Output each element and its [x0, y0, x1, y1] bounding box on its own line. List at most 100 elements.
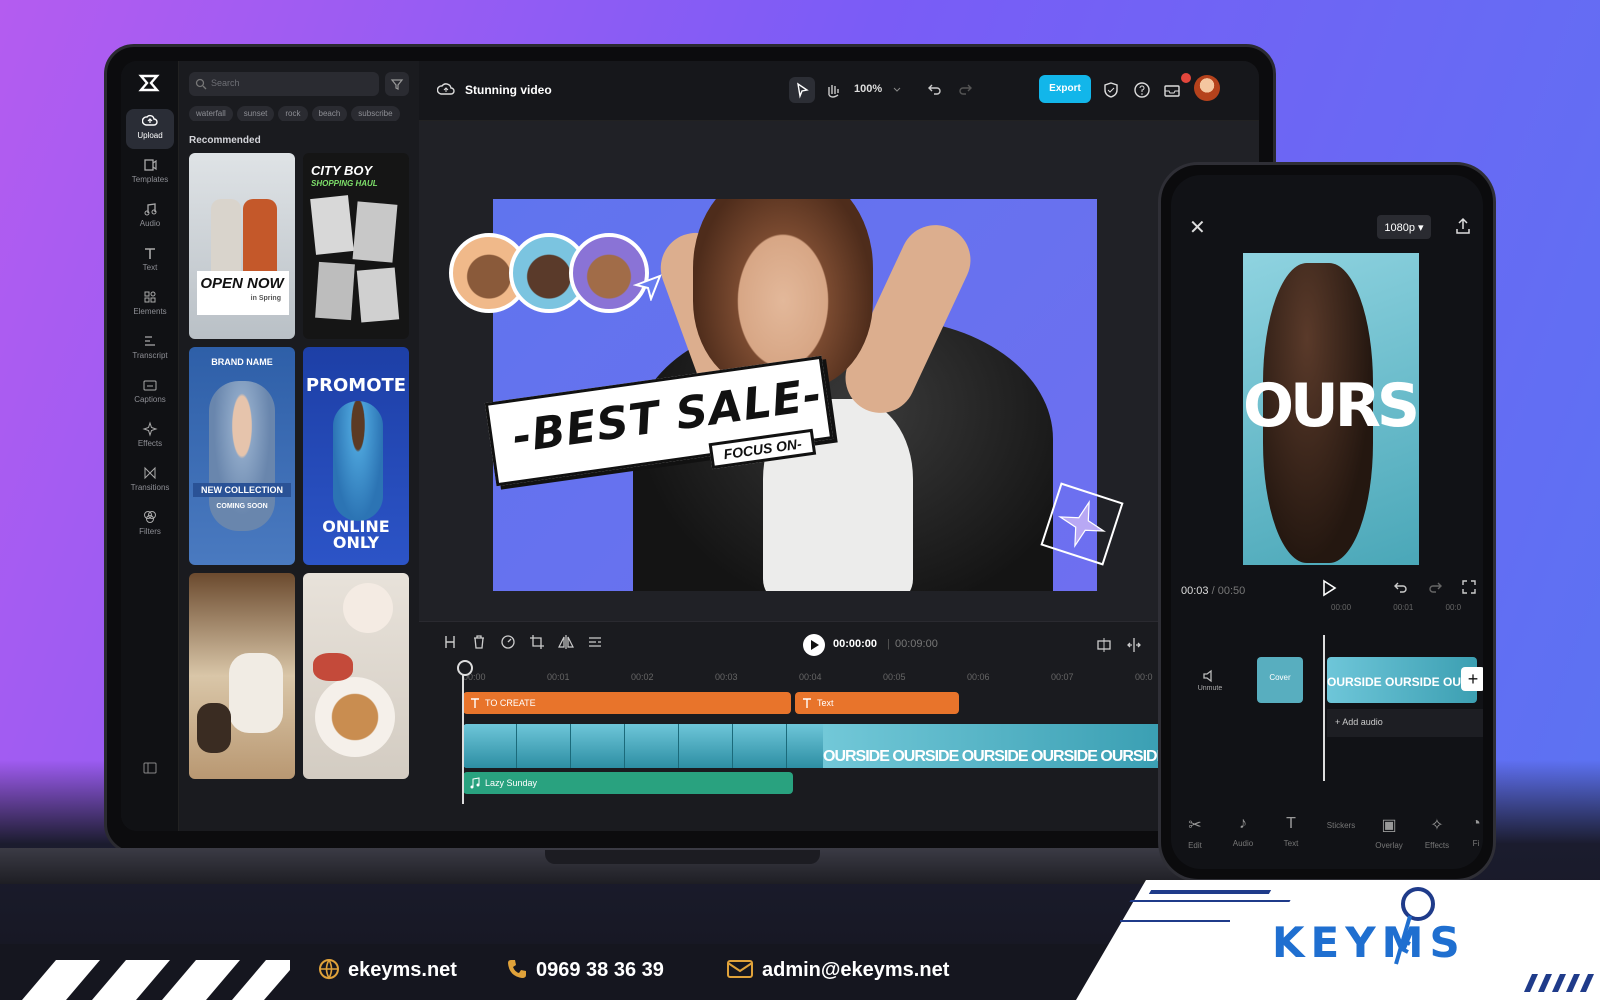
rail-transitions[interactable]: Transitions — [126, 461, 174, 501]
add-audio-button[interactable]: + Add audio — [1327, 709, 1483, 737]
tag-chip[interactable]: beach — [311, 106, 348, 121]
rail-effects[interactable]: Effects — [126, 417, 174, 457]
globe-icon — [319, 959, 339, 980]
footer-phone[interactable]: 0969 38 36 39 — [506, 958, 664, 990]
rail-label: Upload — [137, 131, 163, 140]
project-title[interactable]: Stunning video — [465, 83, 552, 97]
rail-elements[interactable]: Elements — [126, 285, 174, 325]
select-tool-button[interactable] — [789, 77, 815, 103]
speed-icon[interactable] — [499, 634, 517, 652]
tool-label: Stickers — [1326, 821, 1356, 830]
transitions-icon — [144, 466, 156, 480]
template-thumb-2[interactable]: CITY BOY SHOPPING HAUL — [303, 153, 409, 339]
fullscreen-icon[interactable] — [1461, 579, 1477, 600]
phone-video-preview[interactable]: OURSI — [1243, 253, 1419, 565]
rail-text[interactable]: Text — [126, 241, 174, 281]
resolution-select[interactable]: 1080p ▾ — [1377, 215, 1431, 239]
video-clip[interactable]: OURSIDE OURSIDE OURSIDE OURSIDE OURSIDE … — [463, 724, 1163, 768]
tag-chip[interactable]: rock — [278, 106, 308, 121]
chevron-down-icon[interactable] — [893, 87, 901, 93]
text-clip[interactable]: TO CREATE — [463, 692, 791, 714]
phone-current-time: 00:03 — [1181, 585, 1209, 597]
strip-text: OURSIDE OURSIDE OURSID — [1327, 675, 1477, 689]
search-input[interactable]: Search — [189, 72, 379, 96]
cover-thumb[interactable]: Cover — [1257, 657, 1303, 703]
flip-icon[interactable] — [557, 634, 575, 652]
inbox-icon[interactable] — [1163, 81, 1181, 99]
photo-shape — [229, 653, 283, 733]
audio-clip[interactable]: Lazy Sunday — [463, 772, 793, 794]
share-icon[interactable] — [1455, 217, 1471, 235]
brand-logo: KEYMS — [1272, 918, 1466, 967]
template-thumb-4[interactable]: PROMOTE ONLINE ONLY — [303, 347, 409, 565]
playhead[interactable] — [457, 660, 473, 804]
tool-effects[interactable]: ✧ Effects — [1413, 815, 1461, 850]
avatar-group-sticker[interactable] — [449, 233, 649, 323]
help-icon[interactable] — [1133, 81, 1151, 99]
template-thumb-1[interactable]: OPEN NOW in Spring — [189, 153, 295, 339]
unmute-button[interactable]: Unmute — [1185, 669, 1235, 692]
rail-upload[interactable]: Upload — [126, 109, 174, 149]
tool-text[interactable]: T Text — [1267, 815, 1315, 848]
tool-audio[interactable]: ♪ Audio — [1219, 815, 1267, 848]
upload-icon — [142, 114, 158, 126]
undo-icon[interactable] — [927, 81, 943, 97]
effects-icon — [142, 421, 158, 437]
close-icon[interactable]: ✕ — [1189, 215, 1206, 240]
avatar[interactable] — [1194, 75, 1220, 101]
add-clip-button[interactable]: + — [1461, 667, 1483, 691]
scissors-icon: ✂ — [1188, 817, 1202, 834]
rail-filters[interactable]: Filters — [126, 505, 174, 545]
crop-icon[interactable] — [528, 634, 546, 652]
time-ruler[interactable]: 00:00 00:01 00:02 00:03 00:04 00:05 00:0… — [463, 668, 1259, 686]
export-button[interactable]: Export — [1039, 75, 1091, 103]
footer-website[interactable]: ekeyms.net — [318, 958, 457, 990]
template-thumb-5[interactable] — [189, 573, 295, 779]
top-bar: Stunning video 100% Export — [419, 61, 1259, 121]
tool-stickers[interactable]: Stickers — [1317, 815, 1365, 830]
rail-collapse[interactable] — [126, 757, 174, 781]
rail-transcript[interactable]: Transcript — [126, 329, 174, 369]
thumb-title: CITY BOY — [311, 163, 373, 178]
photo-card — [315, 261, 355, 321]
hand-tool-button[interactable] — [819, 77, 845, 103]
tool-overlay[interactable]: ▣ Overlay — [1365, 815, 1413, 850]
fit-timeline-icon[interactable] — [1095, 636, 1113, 654]
delete-icon[interactable] — [470, 634, 488, 652]
cloud-save-icon[interactable] — [437, 81, 455, 97]
tag-chip[interactable]: subscribe — [351, 106, 400, 121]
photo-shape — [343, 583, 393, 633]
template-thumb-6[interactable] — [303, 573, 409, 779]
phone-play-button[interactable] — [1321, 579, 1337, 602]
zoom-level[interactable]: 100% — [854, 83, 882, 95]
zoom-timeline-icon[interactable] — [1125, 636, 1143, 654]
thumb-title: PROMOTE — [305, 375, 407, 396]
template-thumb-3[interactable]: BRAND NAME NEW COLLECTION COMING SOON — [189, 347, 295, 565]
ruler-tick: 00:00 — [1331, 603, 1352, 612]
decorative-line — [1129, 900, 1291, 902]
phone-redo-icon[interactable] — [1427, 579, 1443, 600]
rail-audio[interactable]: Audio — [126, 197, 174, 237]
tool-filters[interactable]: ◔ Fi — [1461, 815, 1483, 848]
footer-email[interactable]: admin@ekeyms.net — [726, 958, 949, 990]
subtitle-icon[interactable] — [586, 634, 604, 652]
photo-shape — [197, 703, 231, 753]
text-clip[interactable]: Text — [795, 692, 959, 714]
clip-label: Text — [817, 698, 834, 708]
phone-undo-icon[interactable] — [1393, 579, 1409, 600]
tool-edit[interactable]: ✂ Edit — [1171, 815, 1219, 850]
photo-card — [356, 267, 400, 323]
phone-video-clip[interactable]: OURSIDE OURSIDE OURSID — [1327, 657, 1477, 703]
tag-chip[interactable]: sunset — [236, 106, 275, 121]
phone-playhead[interactable] — [1323, 635, 1325, 781]
website-text: ekeyms.net — [348, 959, 457, 981]
redo-icon[interactable] — [957, 81, 973, 97]
shield-icon[interactable] — [1103, 81, 1119, 99]
clip-label: TO CREATE — [485, 698, 536, 708]
tag-chip[interactable]: waterfall — [189, 106, 233, 121]
rail-templates[interactable]: Templates — [126, 153, 174, 193]
rail-captions[interactable]: Captions — [126, 373, 174, 413]
filter-button[interactable] — [385, 72, 409, 96]
split-icon[interactable] — [441, 634, 459, 652]
play-button[interactable] — [803, 634, 825, 656]
